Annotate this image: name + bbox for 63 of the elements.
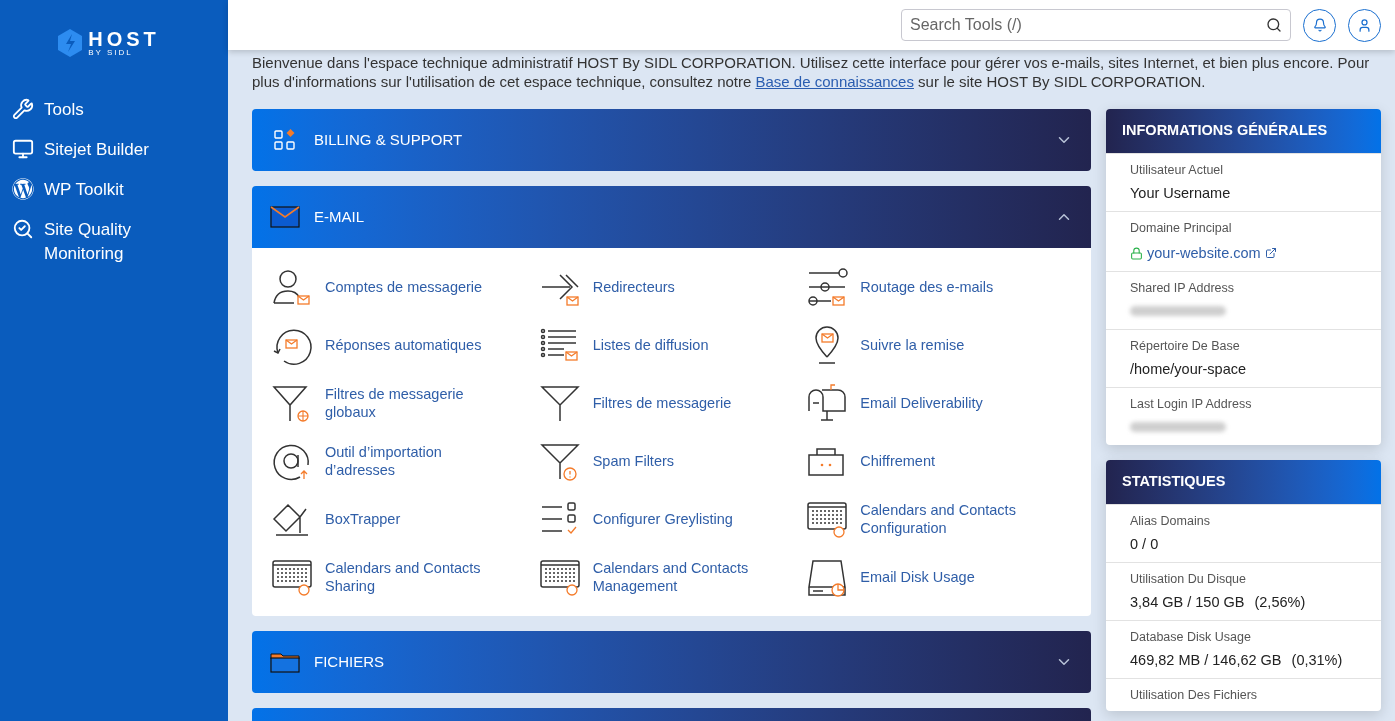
field-value: /home/your-space	[1130, 360, 1247, 379]
wordpress-icon	[12, 178, 34, 200]
field-label: Utilisation Des Fichiers	[1130, 687, 1259, 704]
email-tool-link[interactable]: BoxTrapper	[270, 490, 538, 548]
card-header: STATISTIQUES	[1106, 460, 1381, 504]
logo-title: HOST	[88, 29, 160, 49]
email-tool-link[interactable]: Comptes de messagerie	[270, 258, 538, 316]
domain-link[interactable]: your-website.com	[1147, 242, 1261, 264]
email-tool-link[interactable]: Configurer Greylisting	[537, 490, 806, 548]
field-value: 0 / 0	[1130, 535, 1159, 554]
email-tool-link[interactable]: Calendars and Contacts Configuration	[805, 490, 1073, 548]
field-label: Alias Domains	[1130, 513, 1211, 530]
field-value: 469,82 MB / 146,62 GB	[1130, 651, 1282, 670]
section-header[interactable]: E-MAIL	[252, 186, 1091, 248]
email-tool-link[interactable]: Suivre la remise	[805, 316, 1073, 374]
tools-icon	[12, 98, 34, 120]
field-value: 3,84 GB / 150 GB	[1130, 593, 1245, 612]
field-label: Database Disk Usage	[1130, 629, 1252, 646]
logo-icon	[56, 28, 85, 58]
section-header[interactable]: FICHIERS	[252, 631, 1091, 693]
sidebar-item[interactable]: Site Quality Monitoring	[12, 218, 228, 266]
search-icon	[1266, 17, 1282, 33]
email-tool-link[interactable]: Outil d’importation d’adresses	[270, 432, 538, 490]
user-icon	[1357, 17, 1372, 33]
field-label: Utilisateur Actuel	[1130, 162, 1225, 179]
field-label: Last Login IP Address	[1130, 396, 1253, 413]
welcome-text: Bienvenue dans l'espace technique administratif HOST By SIDL CORPORATION. Utilisez cette interface pour gérer vos e-mails, sites Internet, et bien plus encore. Pour plus d'informations sur l'utilisation de cet espace technique, consultez notre Base de connaissances sur le site HOST By SIDL CORPORATION.	[252, 53, 1371, 91]
email-tool-link[interactable]: Listes de diffusion	[537, 316, 806, 374]
field-label: Domaine Principal	[1130, 220, 1233, 237]
email-tool-link[interactable]: Chiffrement	[805, 432, 1073, 490]
section-header[interactable]: BILLING & SUPPORT	[252, 109, 1091, 171]
envelope-icon	[270, 206, 300, 228]
email-tool-link[interactable]: Calendars and Contacts Sharing	[270, 548, 538, 606]
field-label: Répertoire De Base	[1130, 338, 1241, 355]
email-tool-link[interactable]: Filtres de messagerie globaux	[270, 374, 538, 432]
monitor-icon	[12, 138, 34, 160]
knowledge-base-link[interactable]: Base de connaissances	[755, 73, 914, 90]
email-tool-icon	[805, 265, 850, 309]
email-tool-link[interactable]: Spam Filters	[537, 432, 806, 490]
sidebar-item[interactable]: WP Toolkit	[12, 178, 228, 202]
email-tool-link[interactable]: Routage des e-mails	[805, 258, 1073, 316]
email-tool-link[interactable]: Filtres de messagerie	[537, 374, 806, 432]
field-label: Utilisation Du Disque	[1130, 571, 1248, 588]
folder-icon	[270, 651, 300, 673]
email-tool-link[interactable]: Calendars and Contacts Management	[537, 548, 806, 606]
field-label: Shared IP Address	[1130, 280, 1235, 297]
external-link-icon	[1264, 247, 1277, 259]
field-percent: (2,56%)	[1254, 593, 1306, 612]
logo-subtitle: BY SIDL	[88, 49, 134, 57]
grid-icon	[273, 128, 297, 152]
field-value: Your Username	[1130, 184, 1231, 203]
sidebar-item[interactable]: Tools	[12, 98, 228, 122]
card-header: INFORMATIONS GÉNÉRALES	[1106, 109, 1381, 153]
lock-icon	[1130, 246, 1143, 260]
sidebar-item[interactable]: Sitejet Builder	[12, 138, 228, 162]
email-tool-link[interactable]: Redirecteurs	[537, 258, 806, 316]
search-field[interactable]: Search Tools (/)	[901, 9, 1291, 41]
email-tool-link[interactable]: Réponses automatiques	[270, 316, 538, 374]
field-percent: (0,31%)	[1291, 651, 1343, 670]
search-check-icon	[12, 218, 34, 240]
email-tool-link[interactable]: Email Deliverability	[805, 374, 1073, 432]
bell-icon	[1312, 18, 1327, 32]
email-tool-link[interactable]: Email Disk Usage	[805, 548, 1073, 606]
